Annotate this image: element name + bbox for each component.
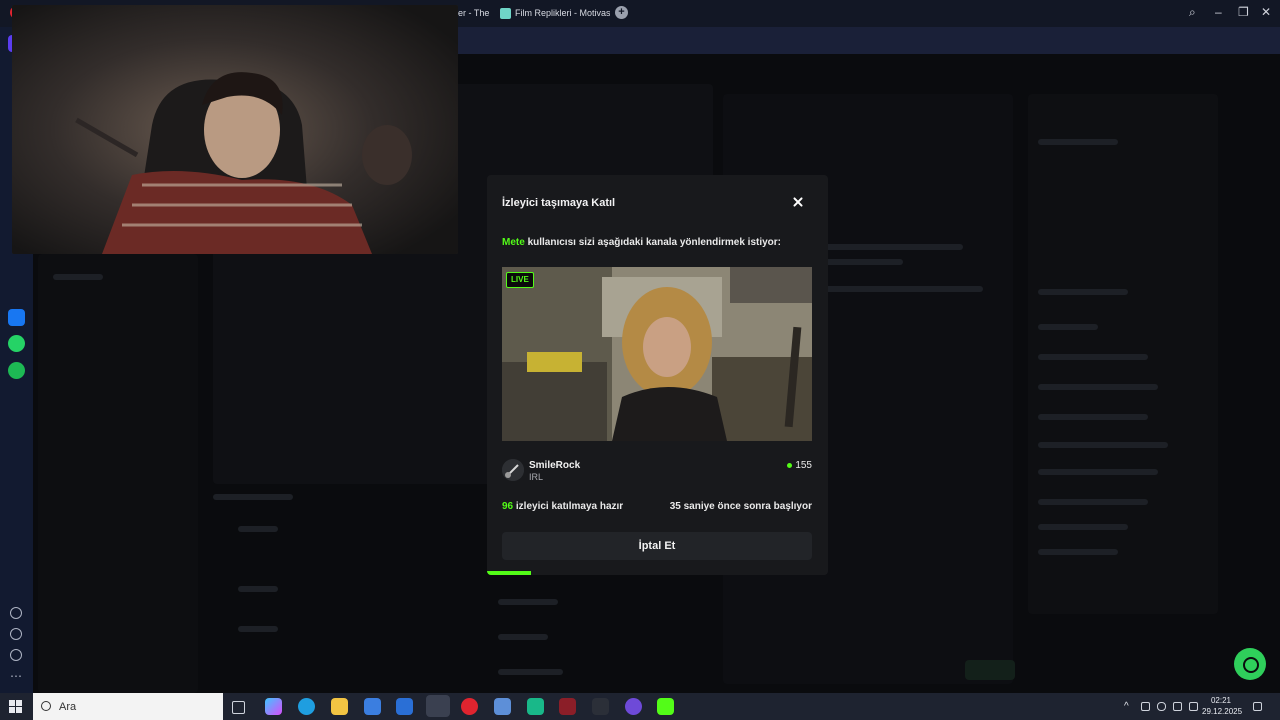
live-dot-icon (787, 462, 793, 468)
tab-label: Film Replikleri - Motivasyo (515, 8, 610, 18)
app-icon[interactable] (494, 698, 511, 715)
edge-icon[interactable] (298, 698, 315, 715)
channel-name[interactable]: SmileRock (529, 460, 580, 471)
webcam-feed-image (12, 5, 458, 254)
viewer-count: 155 (787, 460, 812, 471)
taskbar-search[interactable]: Ara (33, 693, 223, 720)
clock-date[interactable]: 29.12.2025 (1202, 707, 1242, 716)
settings-gear-icon[interactable] (10, 649, 22, 661)
countdown-text: 35 saniye önce sonra başlıyor (669, 501, 812, 512)
spotify-icon[interactable] (8, 362, 25, 379)
search-placeholder: Ara (59, 701, 77, 713)
messenger-icon[interactable] (8, 309, 25, 326)
viewer-count-value: 155 (795, 460, 812, 471)
placeholder-line (1038, 289, 1128, 295)
search-icon (41, 701, 51, 711)
windows-start-icon[interactable] (9, 700, 22, 713)
countdown-progress-bar (487, 571, 828, 575)
placeholder-line (823, 286, 983, 292)
redirect-username[interactable]: Mete (502, 237, 525, 248)
placeholder-line (1038, 469, 1158, 475)
more-icon[interactable]: ⋯ (10, 669, 22, 683)
task-view-icon[interactable] (232, 701, 245, 714)
placeholder-line (1038, 324, 1098, 330)
mail-icon[interactable] (396, 698, 413, 715)
placeholder-line (238, 526, 278, 532)
stream-preview-image (502, 267, 812, 441)
network-icon[interactable] (1173, 702, 1182, 711)
clock-time[interactable]: 02:21 (1208, 696, 1234, 705)
app-icon[interactable] (625, 698, 642, 715)
placeholder-line (1038, 442, 1168, 448)
placeholder-line (498, 634, 548, 640)
placeholder-line (1038, 384, 1158, 390)
close-icon[interactable] (790, 195, 806, 211)
placeholder-line (498, 669, 563, 675)
app-icon[interactable] (527, 698, 544, 715)
placeholder-line (1038, 414, 1148, 420)
notifications-icon[interactable] (1253, 702, 1262, 711)
tab-film-replikleri[interactable]: Film Replikleri - Motivasyo (500, 4, 610, 23)
maximize-icon[interactable]: ❐ (1238, 5, 1249, 19)
cancel-button[interactable]: İptal Et (502, 532, 812, 560)
placeholder-line (1038, 139, 1118, 145)
tab-search-icon[interactable]: ⌕ (1189, 5, 1196, 20)
minimize-icon[interactable]: – (1215, 5, 1222, 19)
placeholder-line (498, 599, 558, 605)
progress-fill (487, 571, 532, 575)
placeholder-line (1038, 499, 1148, 505)
placeholder-line (823, 259, 903, 265)
whatsapp-icon[interactable] (8, 335, 25, 352)
left-panel-placeholder (38, 254, 198, 693)
opera-taskbar-icon[interactable] (461, 698, 478, 715)
new-tab-button[interactable]: + (615, 6, 628, 19)
send-button-placeholder (965, 660, 1015, 680)
app-icon[interactable] (559, 698, 576, 715)
history-clock-icon[interactable] (10, 628, 22, 640)
close-window-icon[interactable]: ✕ (1261, 5, 1271, 19)
store-icon[interactable] (364, 698, 381, 715)
kick-app-icon[interactable] (657, 698, 674, 715)
modal-title: İzleyici taşımaya Katıl (502, 197, 616, 209)
redirect-message: Mete kullanıcısı sizi aşağıdaki kanala y… (502, 237, 781, 248)
tab-favicon-icon (500, 8, 511, 20)
ready-label: izleyici katılmaya hazır (513, 501, 624, 512)
windows-taskbar: Ara ^ 02:21 29.12.2025 (0, 693, 1280, 720)
ready-count: 96 (502, 501, 514, 512)
placeholder-line (213, 494, 293, 500)
file-explorer-icon[interactable] (331, 698, 348, 715)
placeholder-line (1038, 524, 1128, 530)
obs-icon[interactable] (426, 695, 450, 717)
support-headset-button[interactable] (1234, 648, 1266, 680)
placeholder-line (238, 586, 278, 592)
placeholder-line (53, 274, 103, 280)
tray-chevron-icon[interactable]: ^ (1124, 701, 1129, 712)
stream-thumbnail[interactable]: LIVE (502, 267, 812, 441)
microphone-icon[interactable] (1157, 702, 1166, 711)
webcam-overlay (12, 5, 458, 254)
channel-category[interactable]: IRL (529, 472, 543, 482)
placeholder-line (1038, 549, 1118, 555)
channel-avatar[interactable] (502, 459, 524, 481)
raid-join-modal: İzleyici taşımaya Katıl Mete kullanıcısı… (487, 175, 828, 575)
ready-viewers: 96 izleyici katılmaya hazır (502, 501, 623, 512)
redirect-text: kullanıcısı sizi aşağıdaki kanala yönlen… (524, 237, 782, 248)
favorites-heart-icon[interactable] (10, 607, 22, 619)
tray-app-icon[interactable] (1141, 702, 1150, 711)
copilot-icon[interactable] (265, 698, 282, 715)
terminal-icon[interactable] (592, 698, 609, 715)
guitar-avatar-icon (502, 459, 524, 481)
placeholder-line (1038, 354, 1148, 360)
placeholder-line (238, 626, 278, 632)
placeholder-line (823, 244, 963, 250)
live-badge: LIVE (506, 272, 534, 288)
volume-icon[interactable] (1189, 702, 1198, 711)
